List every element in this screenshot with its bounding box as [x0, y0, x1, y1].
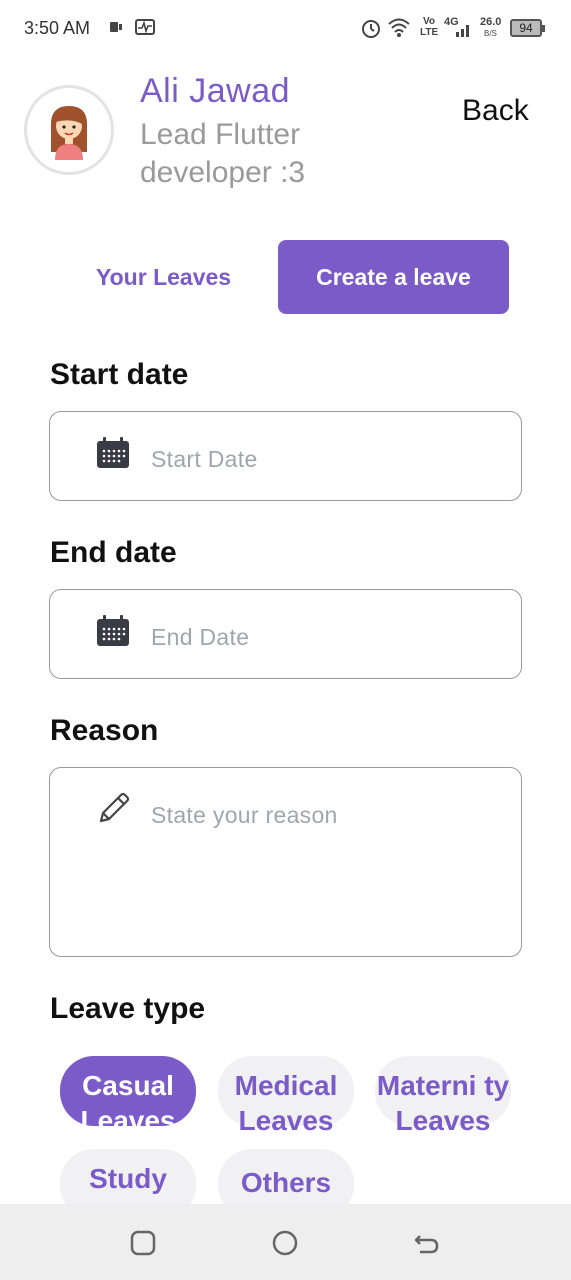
recents-icon[interactable] [130, 1230, 156, 1261]
calendar-icon [96, 436, 130, 475]
status-bar: 3:50 AM Vo LTE 4G 26.0 B/S 94 [0, 0, 571, 56]
start-date-field[interactable]: Start Date [49, 411, 522, 501]
activity-icon [135, 19, 155, 40]
wifi-icon [387, 16, 411, 43]
leave-type-label: Leave type [50, 992, 206, 1025]
avatar-girl-icon [51, 106, 87, 160]
calendar-icon [96, 614, 130, 653]
end-date-label: End date [50, 536, 177, 569]
chip-others[interactable]: Others [218, 1149, 354, 1204]
chip-maternity-leaves[interactable]: Materni ty Leaves [375, 1056, 511, 1136]
end-date-placeholder: End Date [151, 624, 250, 650]
pencil-icon [96, 790, 132, 831]
notification-icon [108, 19, 124, 40]
reason-textarea[interactable]: State your reason [49, 767, 522, 957]
profile-role: Lead Flutter developer :3 [140, 118, 306, 189]
signal-icon [455, 20, 473, 43]
volte-label: Vo LTE [420, 16, 439, 38]
profile-name: Ali Jawad [140, 72, 291, 110]
system-nav-bar [0, 1204, 571, 1280]
leave-type-chips: Casual Leaves Medical Leaves Materni ty … [0, 1040, 571, 1204]
tab-create-leave[interactable]: Create a leave [278, 240, 509, 314]
start-date-label: Start date [50, 358, 189, 391]
end-date-field[interactable]: End Date [49, 589, 522, 679]
chip-casual-leaves[interactable]: Casual Leaves [60, 1056, 196, 1126]
back-nav-icon[interactable] [414, 1230, 440, 1261]
avatar [24, 85, 114, 175]
speed-value: 26.0 [480, 16, 502, 28]
reason-placeholder: State your reason [151, 802, 338, 828]
reason-label: Reason [50, 714, 159, 747]
status-time: 3:50 AM [24, 18, 91, 38]
start-date-placeholder: Start Date [151, 446, 258, 472]
alarm-icon [360, 17, 382, 44]
battery-indicator: 94 [510, 19, 545, 37]
tab-your-leaves[interactable]: Your Leaves [96, 264, 231, 291]
home-icon[interactable] [272, 1230, 298, 1261]
battery-level: 94 [519, 21, 533, 35]
tab-create-leave-label: Create a leave [316, 263, 471, 290]
chip-medical-leaves[interactable]: Medical Leaves [218, 1056, 354, 1136]
speed-unit: B/S [484, 29, 497, 38]
chip-study-leaves[interactable]: Study Leaves [60, 1149, 196, 1204]
back-button[interactable]: Back [462, 94, 529, 128]
